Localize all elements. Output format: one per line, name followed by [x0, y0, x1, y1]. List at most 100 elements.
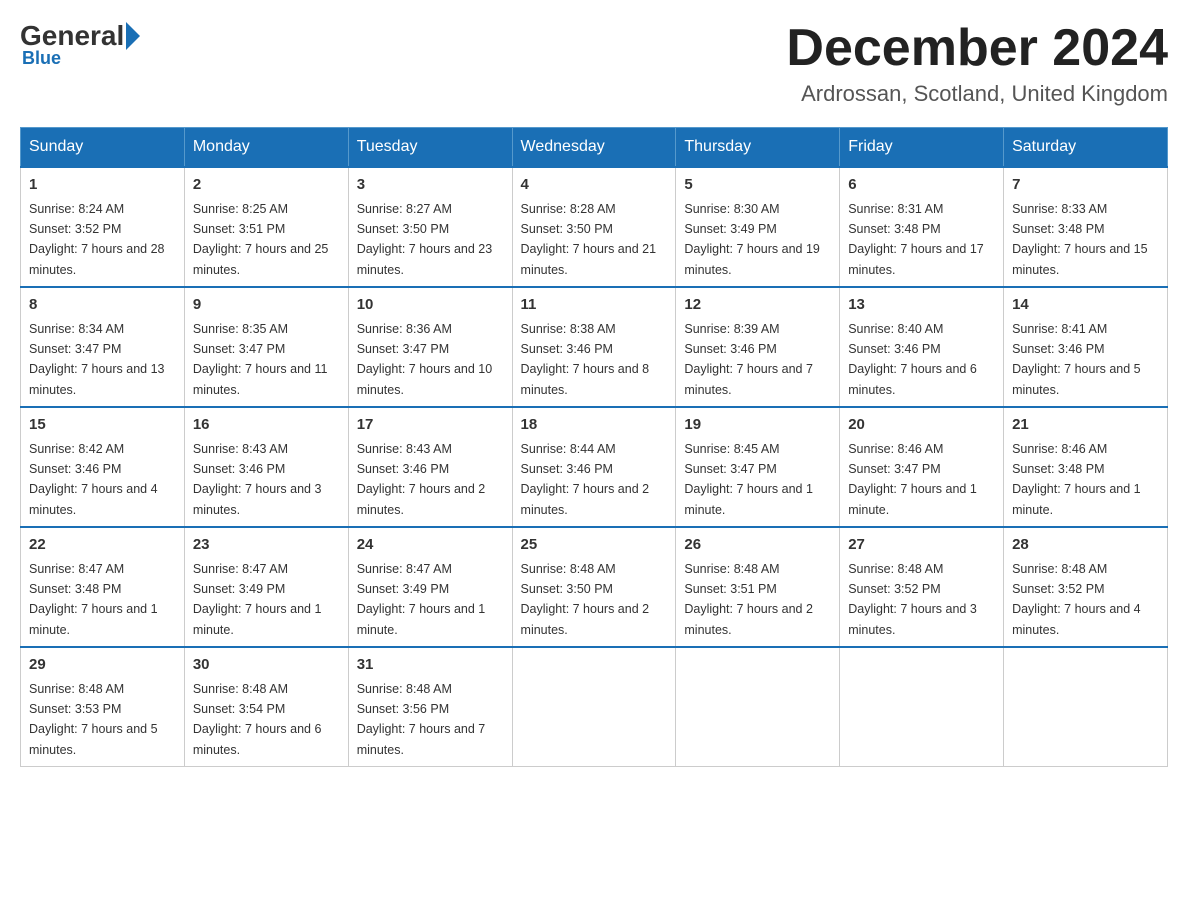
- column-header-thursday: Thursday: [676, 128, 840, 168]
- day-number: 23: [193, 534, 340, 557]
- location-title: Ardrossan, Scotland, United Kingdom: [786, 81, 1168, 107]
- day-number: 1: [29, 174, 176, 197]
- calendar-header-row: SundayMondayTuesdayWednesdayThursdayFrid…: [21, 128, 1168, 168]
- day-number: 30: [193, 654, 340, 677]
- day-info: Sunrise: 8:42 AMSunset: 3:46 PMDaylight:…: [29, 442, 158, 517]
- calendar-cell: 5 Sunrise: 8:30 AMSunset: 3:49 PMDayligh…: [676, 167, 840, 287]
- week-row-1: 1 Sunrise: 8:24 AMSunset: 3:52 PMDayligh…: [21, 167, 1168, 287]
- calendar-cell: 12 Sunrise: 8:39 AMSunset: 3:46 PMDaylig…: [676, 287, 840, 407]
- calendar-cell: [840, 647, 1004, 767]
- day-info: Sunrise: 8:41 AMSunset: 3:46 PMDaylight:…: [1012, 322, 1141, 397]
- column-header-saturday: Saturday: [1004, 128, 1168, 168]
- day-info: Sunrise: 8:30 AMSunset: 3:49 PMDaylight:…: [684, 202, 820, 277]
- calendar-cell: 21 Sunrise: 8:46 AMSunset: 3:48 PMDaylig…: [1004, 407, 1168, 527]
- day-number: 28: [1012, 534, 1159, 557]
- calendar-cell: [512, 647, 676, 767]
- day-info: Sunrise: 8:36 AMSunset: 3:47 PMDaylight:…: [357, 322, 493, 397]
- day-info: Sunrise: 8:47 AMSunset: 3:49 PMDaylight:…: [193, 562, 322, 637]
- day-number: 16: [193, 414, 340, 437]
- day-info: Sunrise: 8:35 AMSunset: 3:47 PMDaylight:…: [193, 322, 328, 397]
- day-info: Sunrise: 8:48 AMSunset: 3:52 PMDaylight:…: [1012, 562, 1141, 637]
- day-number: 10: [357, 294, 504, 317]
- day-number: 15: [29, 414, 176, 437]
- day-number: 18: [521, 414, 668, 437]
- week-row-4: 22 Sunrise: 8:47 AMSunset: 3:48 PMDaylig…: [21, 527, 1168, 647]
- calendar-cell: 9 Sunrise: 8:35 AMSunset: 3:47 PMDayligh…: [184, 287, 348, 407]
- calendar-cell: 13 Sunrise: 8:40 AMSunset: 3:46 PMDaylig…: [840, 287, 1004, 407]
- day-number: 11: [521, 294, 668, 317]
- day-info: Sunrise: 8:48 AMSunset: 3:51 PMDaylight:…: [684, 562, 813, 637]
- calendar-cell: 24 Sunrise: 8:47 AMSunset: 3:49 PMDaylig…: [348, 527, 512, 647]
- day-number: 20: [848, 414, 995, 437]
- calendar-cell: 19 Sunrise: 8:45 AMSunset: 3:47 PMDaylig…: [676, 407, 840, 527]
- day-number: 9: [193, 294, 340, 317]
- day-info: Sunrise: 8:38 AMSunset: 3:46 PMDaylight:…: [521, 322, 650, 397]
- day-number: 13: [848, 294, 995, 317]
- calendar-cell: 11 Sunrise: 8:38 AMSunset: 3:46 PMDaylig…: [512, 287, 676, 407]
- logo-arrow-icon: [126, 22, 140, 50]
- column-header-sunday: Sunday: [21, 128, 185, 168]
- calendar-cell: 14 Sunrise: 8:41 AMSunset: 3:46 PMDaylig…: [1004, 287, 1168, 407]
- calendar-cell: 1 Sunrise: 8:24 AMSunset: 3:52 PMDayligh…: [21, 167, 185, 287]
- calendar-cell: 23 Sunrise: 8:47 AMSunset: 3:49 PMDaylig…: [184, 527, 348, 647]
- calendar-cell: 6 Sunrise: 8:31 AMSunset: 3:48 PMDayligh…: [840, 167, 1004, 287]
- title-section: December 2024 Ardrossan, Scotland, Unite…: [786, 20, 1168, 107]
- calendar-table: SundayMondayTuesdayWednesdayThursdayFrid…: [20, 127, 1168, 767]
- day-number: 31: [357, 654, 504, 677]
- page-header: General Blue December 2024 Ardrossan, Sc…: [20, 20, 1168, 107]
- day-number: 14: [1012, 294, 1159, 317]
- day-number: 24: [357, 534, 504, 557]
- calendar-cell: 30 Sunrise: 8:48 AMSunset: 3:54 PMDaylig…: [184, 647, 348, 767]
- calendar-cell: 20 Sunrise: 8:46 AMSunset: 3:47 PMDaylig…: [840, 407, 1004, 527]
- day-info: Sunrise: 8:28 AMSunset: 3:50 PMDaylight:…: [521, 202, 657, 277]
- calendar-cell: 7 Sunrise: 8:33 AMSunset: 3:48 PMDayligh…: [1004, 167, 1168, 287]
- day-number: 5: [684, 174, 831, 197]
- calendar-cell: 10 Sunrise: 8:36 AMSunset: 3:47 PMDaylig…: [348, 287, 512, 407]
- column-header-monday: Monday: [184, 128, 348, 168]
- calendar-cell: 17 Sunrise: 8:43 AMSunset: 3:46 PMDaylig…: [348, 407, 512, 527]
- day-number: 2: [193, 174, 340, 197]
- day-info: Sunrise: 8:46 AMSunset: 3:48 PMDaylight:…: [1012, 442, 1141, 517]
- day-info: Sunrise: 8:43 AMSunset: 3:46 PMDaylight:…: [193, 442, 322, 517]
- day-info: Sunrise: 8:48 AMSunset: 3:54 PMDaylight:…: [193, 682, 322, 757]
- day-info: Sunrise: 8:43 AMSunset: 3:46 PMDaylight:…: [357, 442, 486, 517]
- day-info: Sunrise: 8:48 AMSunset: 3:52 PMDaylight:…: [848, 562, 977, 637]
- day-number: 26: [684, 534, 831, 557]
- calendar-cell: 22 Sunrise: 8:47 AMSunset: 3:48 PMDaylig…: [21, 527, 185, 647]
- day-info: Sunrise: 8:24 AMSunset: 3:52 PMDaylight:…: [29, 202, 165, 277]
- calendar-cell: 29 Sunrise: 8:48 AMSunset: 3:53 PMDaylig…: [21, 647, 185, 767]
- day-number: 7: [1012, 174, 1159, 197]
- day-number: 12: [684, 294, 831, 317]
- day-info: Sunrise: 8:25 AMSunset: 3:51 PMDaylight:…: [193, 202, 329, 277]
- calendar-cell: 28 Sunrise: 8:48 AMSunset: 3:52 PMDaylig…: [1004, 527, 1168, 647]
- calendar-cell: 16 Sunrise: 8:43 AMSunset: 3:46 PMDaylig…: [184, 407, 348, 527]
- calendar-cell: 25 Sunrise: 8:48 AMSunset: 3:50 PMDaylig…: [512, 527, 676, 647]
- calendar-cell: 27 Sunrise: 8:48 AMSunset: 3:52 PMDaylig…: [840, 527, 1004, 647]
- day-info: Sunrise: 8:27 AMSunset: 3:50 PMDaylight:…: [357, 202, 493, 277]
- calendar-cell: [676, 647, 840, 767]
- column-header-friday: Friday: [840, 128, 1004, 168]
- day-number: 3: [357, 174, 504, 197]
- day-number: 22: [29, 534, 176, 557]
- column-header-wednesday: Wednesday: [512, 128, 676, 168]
- calendar-cell: 18 Sunrise: 8:44 AMSunset: 3:46 PMDaylig…: [512, 407, 676, 527]
- day-number: 17: [357, 414, 504, 437]
- calendar-cell: 3 Sunrise: 8:27 AMSunset: 3:50 PMDayligh…: [348, 167, 512, 287]
- day-info: Sunrise: 8:39 AMSunset: 3:46 PMDaylight:…: [684, 322, 813, 397]
- calendar-cell: 4 Sunrise: 8:28 AMSunset: 3:50 PMDayligh…: [512, 167, 676, 287]
- day-info: Sunrise: 8:45 AMSunset: 3:47 PMDaylight:…: [684, 442, 813, 517]
- day-info: Sunrise: 8:31 AMSunset: 3:48 PMDaylight:…: [848, 202, 984, 277]
- day-number: 27: [848, 534, 995, 557]
- calendar-cell: [1004, 647, 1168, 767]
- day-info: Sunrise: 8:46 AMSunset: 3:47 PMDaylight:…: [848, 442, 977, 517]
- day-info: Sunrise: 8:47 AMSunset: 3:49 PMDaylight:…: [357, 562, 486, 637]
- calendar-cell: 15 Sunrise: 8:42 AMSunset: 3:46 PMDaylig…: [21, 407, 185, 527]
- day-info: Sunrise: 8:34 AMSunset: 3:47 PMDaylight:…: [29, 322, 165, 397]
- day-number: 19: [684, 414, 831, 437]
- week-row-5: 29 Sunrise: 8:48 AMSunset: 3:53 PMDaylig…: [21, 647, 1168, 767]
- calendar-cell: 26 Sunrise: 8:48 AMSunset: 3:51 PMDaylig…: [676, 527, 840, 647]
- week-row-3: 15 Sunrise: 8:42 AMSunset: 3:46 PMDaylig…: [21, 407, 1168, 527]
- week-row-2: 8 Sunrise: 8:34 AMSunset: 3:47 PMDayligh…: [21, 287, 1168, 407]
- day-info: Sunrise: 8:47 AMSunset: 3:48 PMDaylight:…: [29, 562, 158, 637]
- day-number: 4: [521, 174, 668, 197]
